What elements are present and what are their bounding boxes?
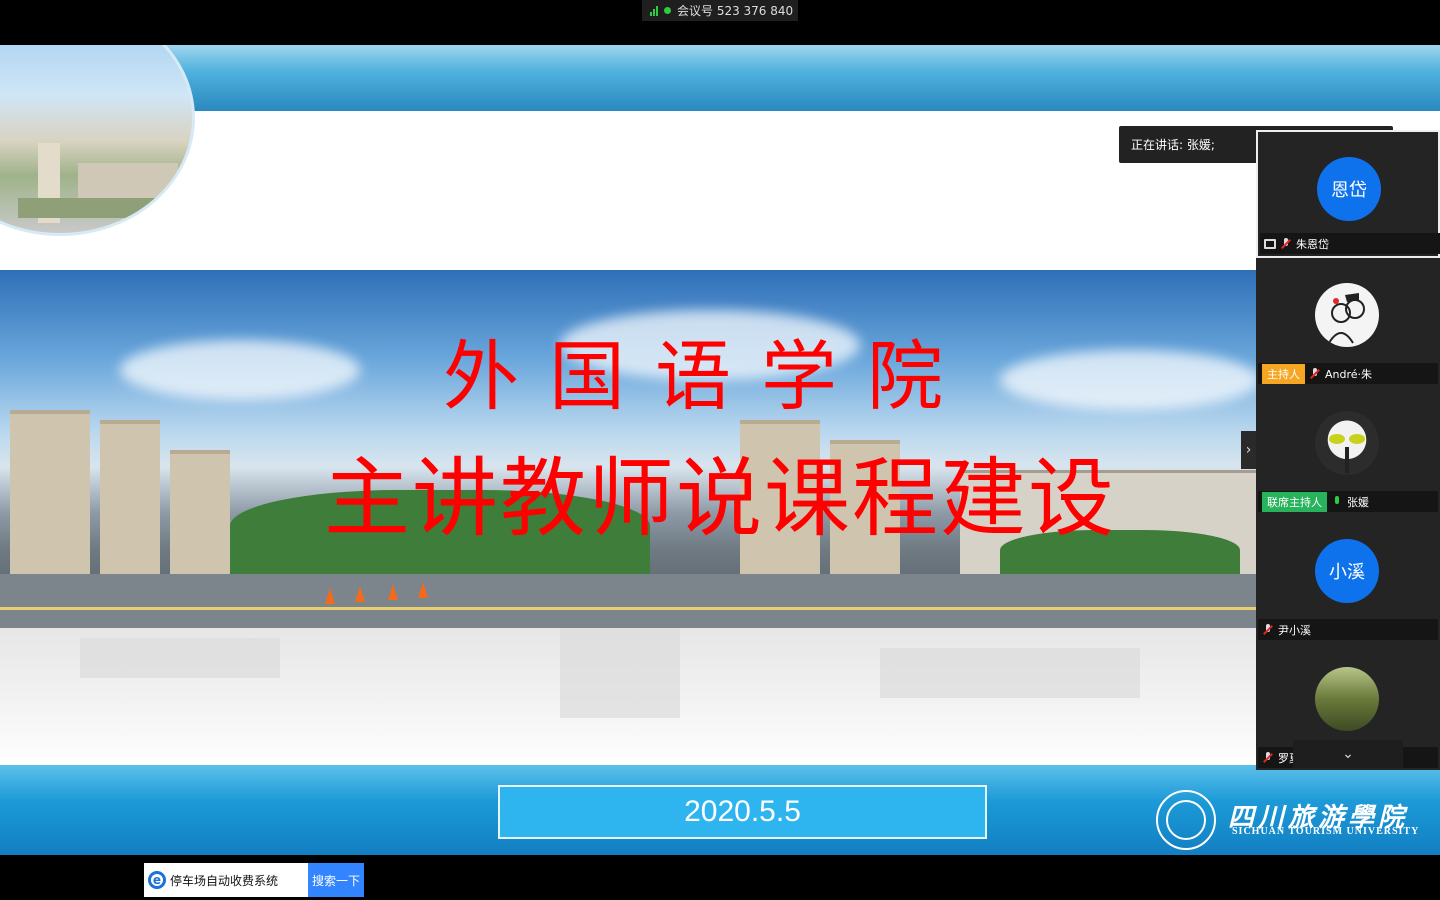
participant-name: 朱恩岱 — [1296, 237, 1329, 251]
road — [0, 574, 1440, 628]
mic-active-icon — [1331, 495, 1343, 508]
meeting-id-bar[interactable]: 会议号 523 376 840 — [642, 0, 798, 21]
participants-video-panel: 恩岱 朱恩岱 主持人 André·朱 联席主持人 张媛 小溪 尹小溪 — [1256, 130, 1440, 770]
host-badge: 主持人 — [1262, 363, 1305, 384]
chevron-down-icon[interactable]: ⌄ — [1293, 740, 1403, 768]
ie-browser-icon: e — [148, 871, 166, 889]
school-emblem-icon — [1156, 790, 1216, 850]
faded-campus-reflection — [0, 628, 1440, 768]
participant-tile[interactable]: 小溪 尹小溪 — [1256, 514, 1440, 642]
search-button[interactable]: 搜索一下 — [308, 863, 364, 897]
chevron-right-icon[interactable]: › — [1241, 431, 1256, 469]
cohost-badge: 联席主持人 — [1262, 491, 1327, 512]
participant-name-strip: 联席主持人 张媛 — [1258, 491, 1438, 512]
mic-muted-icon — [1280, 237, 1292, 250]
participant-avatar-sketch — [1315, 283, 1379, 347]
slide-title-line2: 主讲教师说课程建设 — [324, 449, 1116, 549]
meeting-id-label: 会议号 523 376 840 — [677, 4, 794, 18]
participant-name: 张媛 — [1347, 495, 1369, 509]
participant-name-strip: 尹小溪 — [1258, 619, 1438, 640]
slide-date: 2020.5.5 — [498, 785, 987, 839]
search-ad-input[interactable]: e 停车场自动收费系统 — [144, 863, 308, 897]
participant-avatar: 恩岱 — [1317, 157, 1381, 221]
participant-name-strip: 主持人 André·朱 — [1258, 363, 1438, 384]
security-status-icon — [664, 7, 671, 14]
active-speaker-label: 正在讲话: 张媛; — [1131, 138, 1215, 152]
participant-tile[interactable]: 联席主持人 张媛 — [1256, 386, 1440, 514]
search-ad-widget[interactable]: e 停车场自动收费系统 搜索一下 — [144, 863, 364, 897]
participant-name: André·朱 — [1325, 367, 1373, 381]
participant-avatar-mask — [1315, 411, 1379, 475]
participant-tile[interactable]: 恩岱 朱恩岱 — [1256, 130, 1440, 258]
participant-tile[interactable]: 主持人 André·朱 — [1256, 258, 1440, 386]
mic-muted-icon — [1262, 751, 1274, 764]
network-signal-icon — [650, 5, 658, 16]
participant-avatar-photo — [1315, 667, 1379, 731]
slide-title-line1: 外国语学院 — [443, 332, 973, 421]
mic-muted-icon — [1262, 623, 1274, 636]
search-ad-text: 停车场自动收费系统 — [170, 873, 279, 888]
shared-screen-slide: 外国语学院 主讲教师说课程建设 2020.5.5 四川旅游學院 SICHUAN … — [0, 45, 1440, 855]
participant-avatar: 小溪 — [1315, 539, 1379, 603]
campus-corner-photo — [0, 45, 195, 236]
mic-muted-icon — [1309, 367, 1321, 380]
participant-name: 尹小溪 — [1278, 623, 1311, 637]
screen-share-icon — [1264, 238, 1276, 249]
slide-top-band — [0, 45, 1440, 111]
school-name-en: SICHUAN TOURISM UNIVERSITY — [1232, 826, 1420, 837]
participant-name-strip: 朱恩岱 — [1260, 233, 1440, 254]
